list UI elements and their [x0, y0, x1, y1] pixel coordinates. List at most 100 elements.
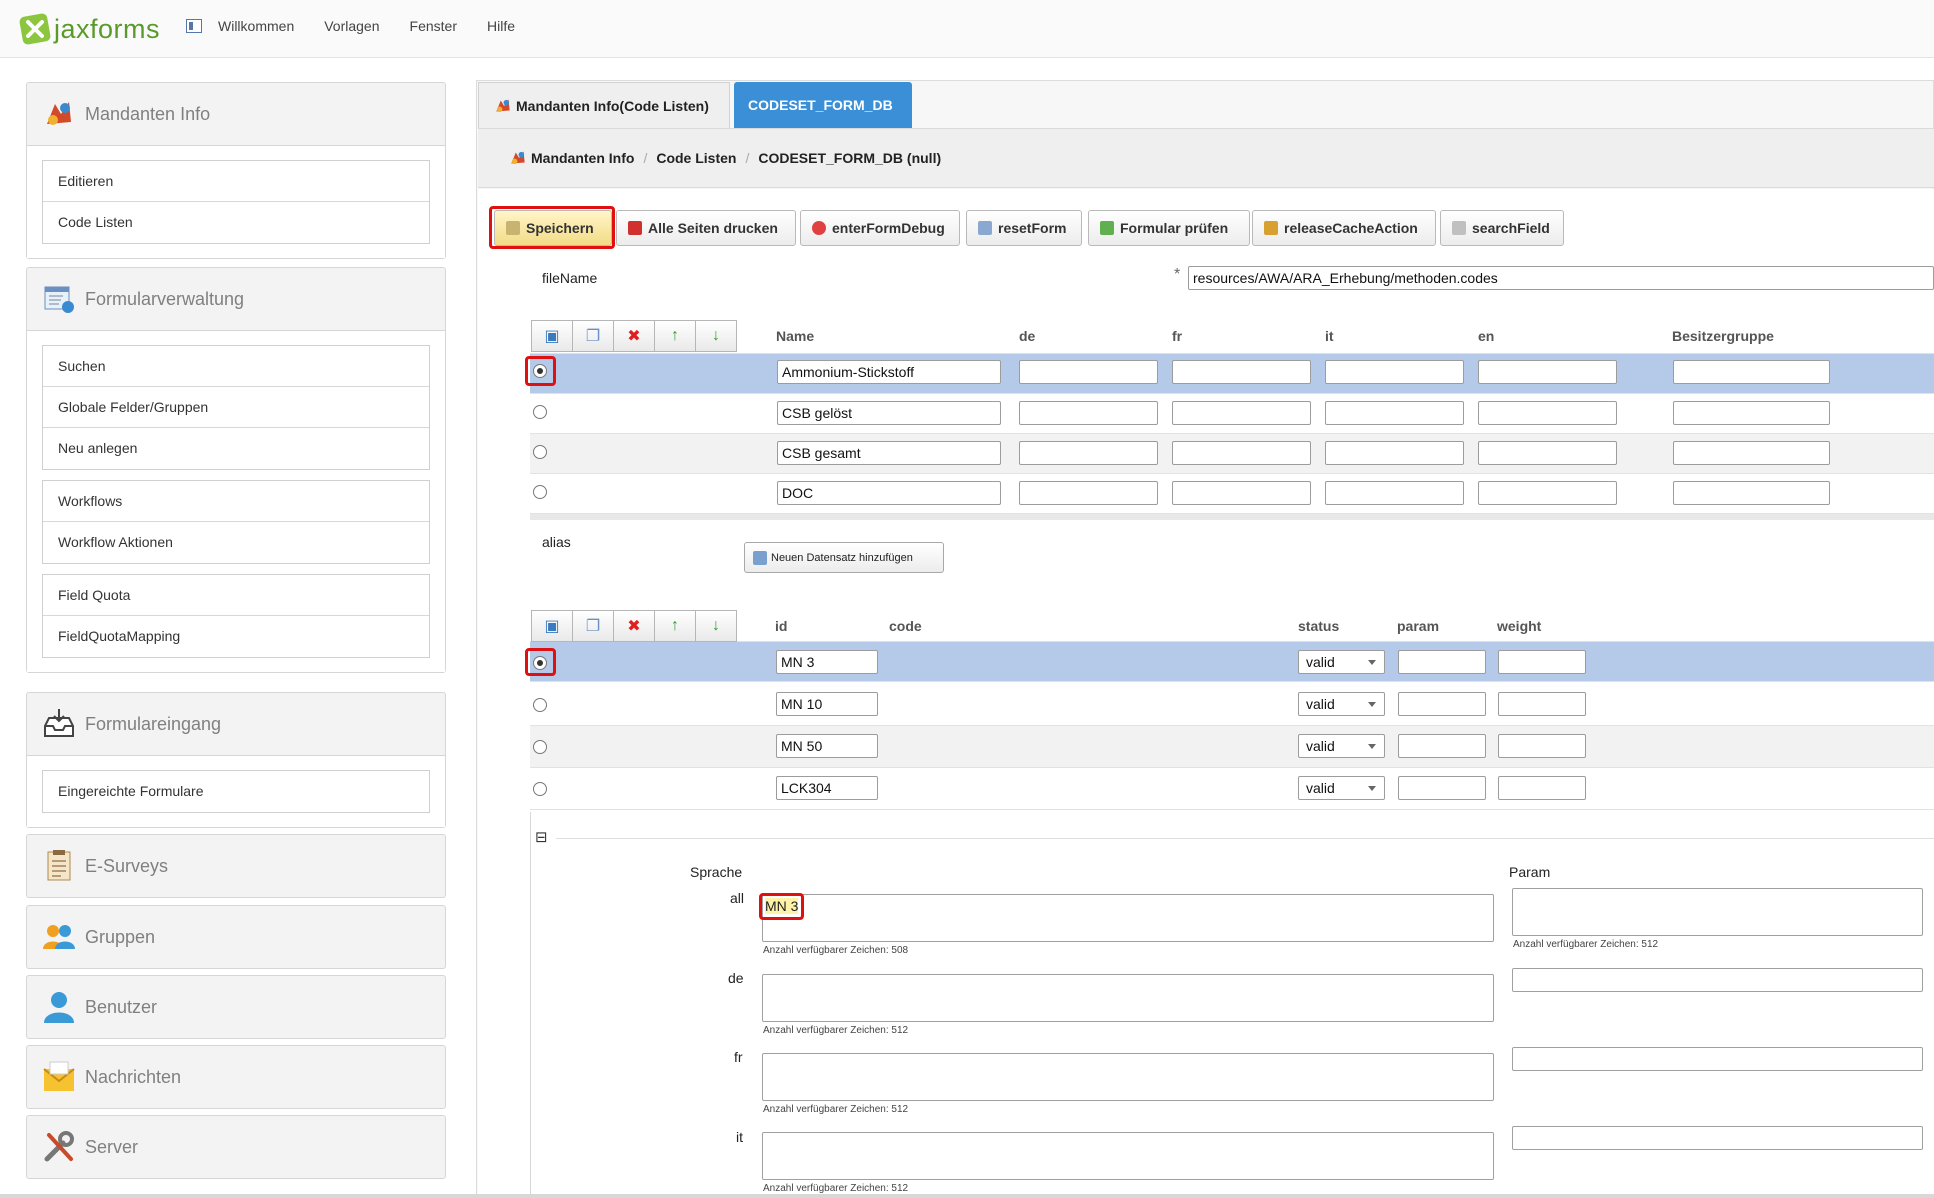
sidebar-item-eingereichte-formulare[interactable]: Eingereichte Formulare [43, 771, 429, 812]
bottom-scrollbar[interactable] [0, 1194, 1934, 1198]
en-input[interactable] [1478, 360, 1617, 384]
id-input[interactable]: MN 3 [776, 650, 878, 674]
menu-vorlagen[interactable]: Vorlagen [324, 18, 379, 34]
sidebar-header-server[interactable]: Server [27, 1116, 445, 1178]
copy-row-icon[interactable]: ❐ [572, 610, 614, 642]
sidebar-item-suchen[interactable]: Suchen [43, 346, 429, 387]
table-row[interactable] [530, 642, 1934, 682]
row-select-radio[interactable] [533, 445, 547, 459]
it-textarea[interactable] [762, 1132, 1494, 1180]
status-select[interactable]: valid [1298, 734, 1385, 758]
sidebar-header-mandanten-info[interactable]: Mandanten Info [27, 83, 445, 145]
breadcrumb-mandanten-info[interactable]: Mandanten Info [531, 150, 634, 166]
param-input[interactable] [1398, 692, 1486, 716]
it-input[interactable] [1325, 401, 1464, 425]
row-select-radio[interactable] [533, 698, 547, 712]
jaxforms-logo[interactable]: jaxforms [18, 9, 160, 49]
sidebar-header-nachrichten[interactable]: Nachrichten [27, 1046, 445, 1108]
row-select-radio[interactable] [533, 782, 547, 796]
name-input[interactable]: DOC [777, 481, 1001, 505]
param-textarea[interactable] [1512, 888, 1923, 936]
filename-input[interactable]: resources/AWA/ARA_Erhebung/methoden.code… [1188, 266, 1934, 290]
row-select-radio[interactable] [533, 740, 547, 754]
sidebar-header-formularverwaltung[interactable]: Formularverwaltung [27, 268, 445, 330]
it-param-input[interactable] [1512, 1126, 1923, 1150]
row-select-radio[interactable] [533, 405, 547, 419]
menu-fenster[interactable]: Fenster [410, 18, 457, 34]
enter-form-debug-button[interactable]: enterFormDebug [800, 210, 960, 246]
move-up-icon[interactable]: ↑ [654, 320, 696, 352]
de-input[interactable] [1019, 441, 1158, 465]
param-input[interactable] [1398, 776, 1486, 800]
delete-row-icon[interactable]: ✖ [613, 320, 655, 352]
add-row-icon[interactable]: ▣ [531, 610, 573, 642]
de-textarea[interactable] [762, 974, 1494, 1022]
release-cache-action-button[interactable]: releaseCacheAction [1252, 210, 1436, 246]
it-input[interactable] [1325, 441, 1464, 465]
weight-input[interactable] [1498, 776, 1586, 800]
it-input[interactable] [1325, 360, 1464, 384]
menu-willkommen[interactable]: Willkommen [218, 18, 294, 34]
row-select-radio[interactable] [533, 485, 547, 499]
alle-seiten-drucken-button[interactable]: Alle Seiten drucken [616, 210, 796, 246]
sidebar-header-formulareingang[interactable]: Formulareingang [27, 693, 445, 755]
status-select[interactable]: valid [1298, 776, 1385, 800]
en-input[interactable] [1478, 481, 1617, 505]
neuen-datensatz-button[interactable]: Neuen Datensatz hinzufügen [744, 542, 944, 573]
de-input[interactable] [1019, 481, 1158, 505]
breadcrumb-code-listen[interactable]: Code Listen [656, 150, 736, 166]
de-param-input[interactable] [1512, 968, 1923, 992]
besitzergruppe-input[interactable] [1673, 360, 1830, 384]
add-row-icon[interactable]: ▣ [531, 320, 573, 352]
it-input[interactable] [1325, 481, 1464, 505]
table-row[interactable] [530, 768, 1934, 810]
sidebar-item-field-quota[interactable]: Field Quota [43, 575, 429, 616]
weight-input[interactable] [1498, 734, 1586, 758]
collapse-icon[interactable]: ⊟ [535, 830, 548, 845]
param-input[interactable] [1398, 734, 1486, 758]
sidebar-item-neu-anlegen[interactable]: Neu anlegen [43, 428, 429, 469]
delete-row-icon[interactable]: ✖ [613, 610, 655, 642]
name-input[interactable]: CSB gesamt [777, 441, 1001, 465]
table-row[interactable] [530, 684, 1934, 726]
sidebar-item-workflows[interactable]: Workflows [43, 481, 429, 522]
fr-input[interactable] [1172, 441, 1311, 465]
sidebar-item-workflow-aktionen[interactable]: Workflow Aktionen [43, 522, 429, 563]
reset-form-button[interactable]: resetForm [966, 210, 1082, 246]
sidebar-item-code-listen[interactable]: Code Listen [43, 202, 429, 243]
table1-scrollbar[interactable] [530, 514, 1934, 520]
sidebar-header-gruppen[interactable]: Gruppen [27, 906, 445, 968]
param-input[interactable] [1398, 650, 1486, 674]
sidebar-item-fieldquotamapping[interactable]: FieldQuotaMapping [43, 616, 429, 657]
besitzergruppe-input[interactable] [1673, 401, 1830, 425]
search-field-button[interactable]: searchField [1440, 210, 1564, 246]
de-input[interactable] [1019, 360, 1158, 384]
id-input[interactable]: MN 10 [776, 692, 878, 716]
sidebar-item-editieren[interactable]: Editieren [43, 161, 429, 202]
status-select[interactable]: valid [1298, 692, 1385, 716]
en-input[interactable] [1478, 401, 1617, 425]
id-input[interactable]: MN 50 [776, 734, 878, 758]
weight-input[interactable] [1498, 650, 1586, 674]
menu-hilfe[interactable]: Hilfe [487, 18, 515, 34]
name-input[interactable]: CSB gelöst [777, 401, 1001, 425]
move-down-icon[interactable]: ↓ [695, 610, 737, 642]
name-input[interactable]: Ammonium-Stickstoff [777, 360, 1001, 384]
copy-row-icon[interactable]: ❐ [572, 320, 614, 352]
sidebar-header-benutzer[interactable]: Benutzer [27, 976, 445, 1038]
fr-textarea[interactable] [762, 1053, 1494, 1101]
tab-mandanten-info-code-listen[interactable]: Mandanten Info(Code Listen) [478, 82, 730, 128]
de-input[interactable] [1019, 401, 1158, 425]
besitzergruppe-input[interactable] [1673, 481, 1830, 505]
sidebar-item-globale-felder[interactable]: Globale Felder/Gruppen [43, 387, 429, 428]
fr-input[interactable] [1172, 481, 1311, 505]
table-row[interactable] [530, 726, 1934, 768]
weight-input[interactable] [1498, 692, 1586, 716]
tab-codeset-form-db[interactable]: CODESET_FORM_DB [734, 82, 912, 128]
status-select[interactable]: valid [1298, 650, 1385, 674]
window-icon[interactable] [186, 19, 202, 33]
move-down-icon[interactable]: ↓ [695, 320, 737, 352]
fr-param-input[interactable] [1512, 1047, 1923, 1071]
formular-pruefen-button[interactable]: Formular prüfen [1088, 210, 1250, 246]
fr-input[interactable] [1172, 401, 1311, 425]
